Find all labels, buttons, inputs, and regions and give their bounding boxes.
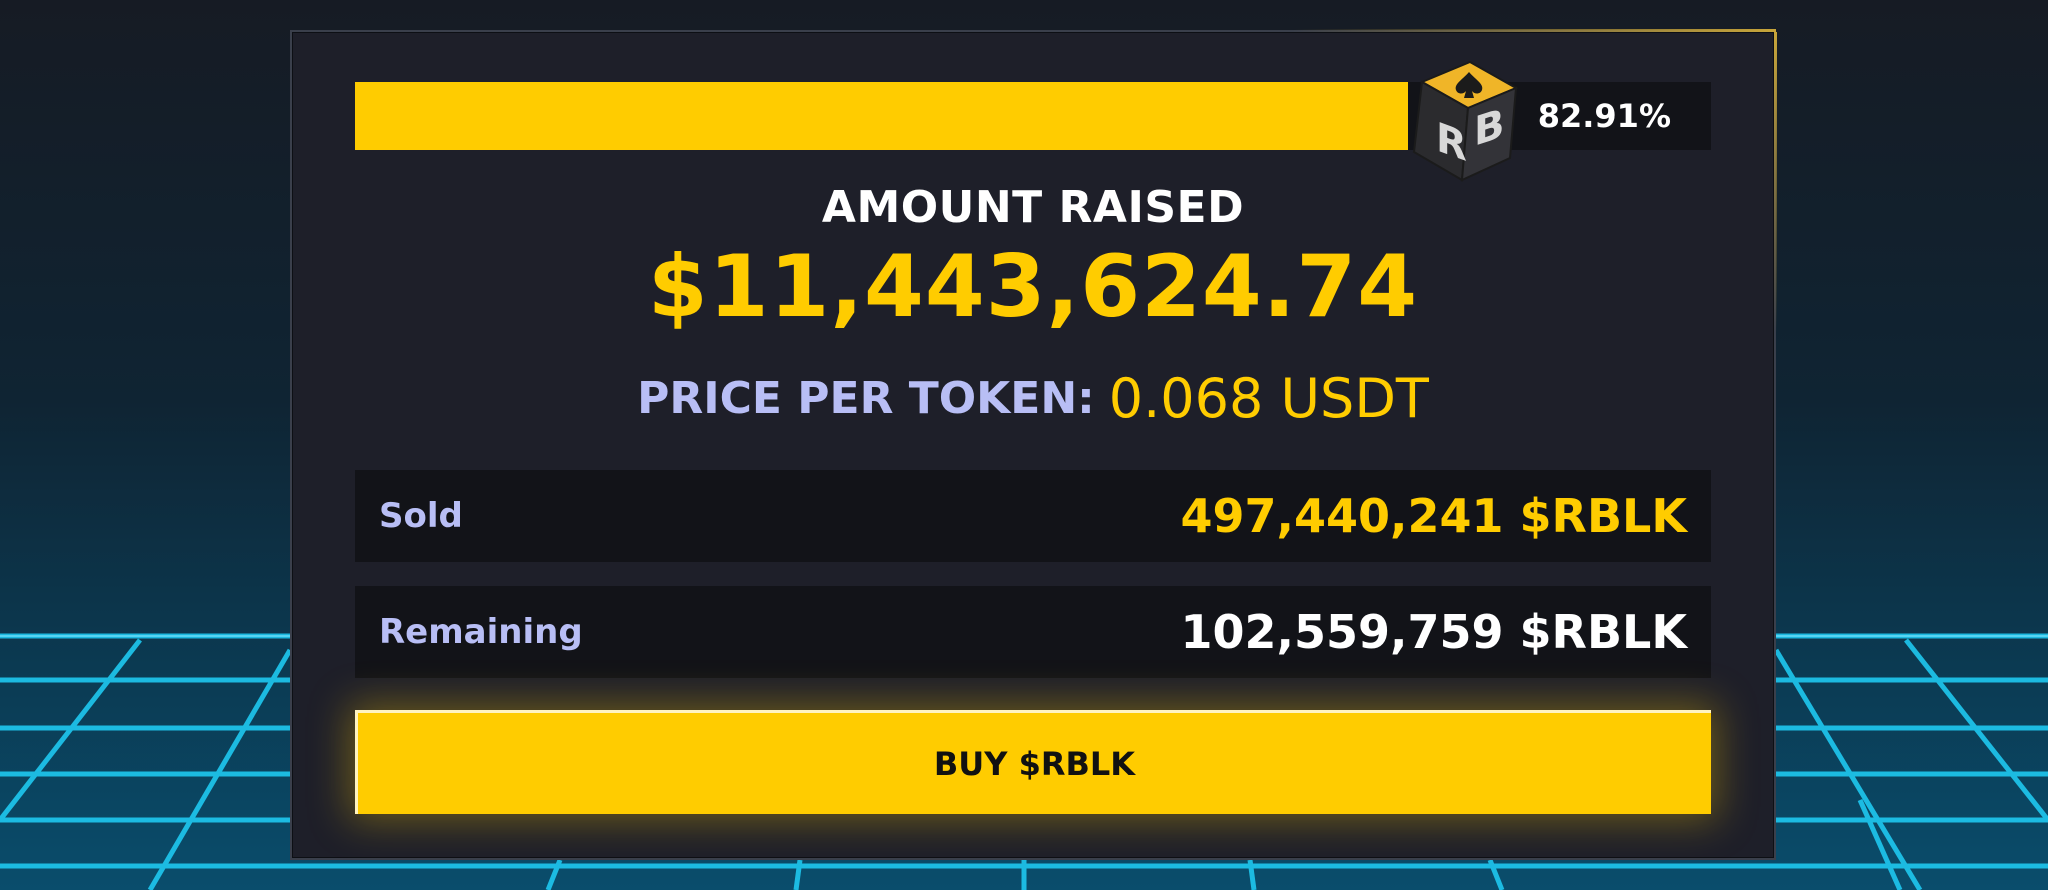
remaining-value: 102,559,759 $RBLK bbox=[1180, 605, 1687, 659]
card-glow-edge bbox=[1292, 29, 1776, 32]
sold-value: 497,440,241 $RBLK bbox=[1180, 489, 1687, 543]
price-per-token: PRICE PER TOKEN: 0.068 USDT bbox=[292, 367, 1774, 430]
progress-bar-fill bbox=[355, 82, 1408, 150]
svg-text:B: B bbox=[1474, 99, 1504, 156]
rb-dice-logo: R B bbox=[1412, 60, 1519, 182]
sold-row: Sold 497,440,241 $RBLK bbox=[355, 470, 1711, 562]
price-label: PRICE PER TOKEN: bbox=[637, 373, 1095, 424]
amount-raised-label: AMOUNT RAISED bbox=[821, 182, 1245, 233]
progress-percent: 82.91% bbox=[1537, 97, 1671, 135]
amount-raised-value: $11,443,624.74 bbox=[647, 237, 1419, 337]
remaining-label: Remaining bbox=[379, 612, 583, 652]
remaining-row: Remaining 102,559,759 $RBLK bbox=[355, 586, 1711, 678]
presale-card: 82.91% R B AMOUNT RAISED $11,443,624.74 … bbox=[290, 29, 1777, 860]
sold-label: Sold bbox=[379, 496, 463, 536]
price-value: 0.068 USDT bbox=[1108, 367, 1429, 430]
card-glow-edge bbox=[1774, 32, 1777, 332]
buy-rblk-button[interactable]: BUY $RBLK bbox=[355, 710, 1711, 814]
